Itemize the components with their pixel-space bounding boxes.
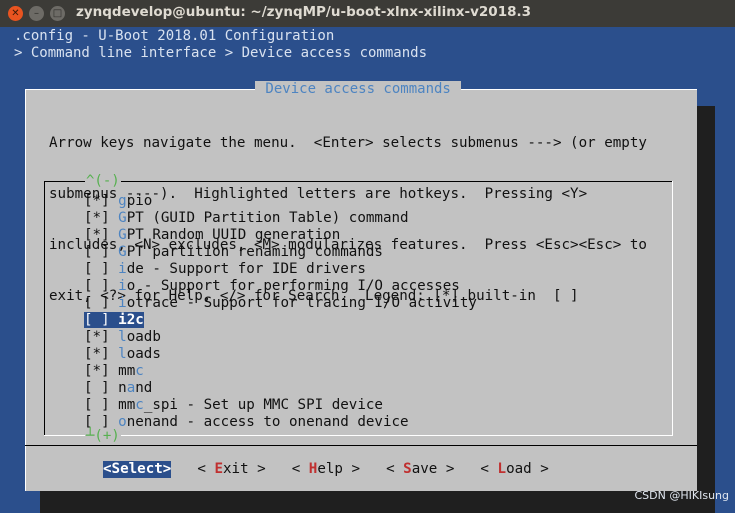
button-bar-divider [25,445,697,446]
minimize-window-button[interactable]: – [29,6,44,21]
menu-item[interactable]: [*] loadb [84,329,477,346]
checkbox-mark: [*] [84,363,110,379]
scroll-up-indicator: ^(-) [85,173,121,189]
item-label: o - Support for performing I/O accesses [126,278,460,294]
item-label: nenand - access to onenand device [126,414,409,430]
menuconfig-dialog: Device access commands Arrow keys naviga… [25,81,697,491]
menu-item[interactable]: [ ] nand [84,380,477,397]
item-label: oadb [126,329,161,345]
hotkey-letter: i [118,312,127,328]
hotkey-letter: i [118,295,127,311]
menu-items: [*] gpio [*] GPT (GUID Partition Table) c… [84,193,477,431]
checkbox-mark: [*] [84,193,110,209]
menu-item[interactable]: [*] gpio [84,193,477,210]
checkbox-mark: [ ] [84,295,110,311]
breadcrumb: > Command line interface > Device access… [14,45,428,61]
menu-list-box: ^(-) [*] gpio [*] GPT (GUID Partition Tab… [44,174,673,443]
menu-item[interactable]: [*] GPT Random UUID generation [84,227,477,244]
button-bar: <Select> < Exit > < Help > < Save > < Load > [103,461,549,478]
dialog-button[interactable]: < Save > [386,461,454,478]
item-label: PT (GUID Partition Table) command [126,210,409,226]
hotkey-letter: a [126,380,136,396]
checkbox-mark: [*] [84,329,110,345]
menu-item[interactable]: [ ] GPT partition renaming commands [84,244,477,261]
scroll-down-indicator: ┴(+) [85,428,121,444]
dialog-button[interactable]: < Load > [480,461,548,478]
checkbox-mark: [ ] [84,261,110,277]
hotkey-letter: i [118,261,127,277]
button-hotkey: L [497,461,507,477]
item-label-prefix: n [118,380,127,396]
hotkey-letter: l [118,329,127,345]
watermark: CSDN @HIKIsung [634,489,730,502]
item-label: pio [126,193,153,209]
button-hotkey: E [214,461,223,477]
dialog-button[interactable]: <Select> [103,461,172,478]
checkbox-mark: [*] [84,227,110,243]
menu-item[interactable]: [ ] onenand - access to onenand device [84,414,477,431]
item-label: PT Random UUID generation [126,227,341,243]
menu-item[interactable]: [ ] i2c [84,312,477,329]
maximize-window-button[interactable]: □ [50,6,65,21]
hotkey-letter: i [118,278,127,294]
button-hotkey: S [111,461,121,477]
window-title: zynqdevelop@ubuntu: ~/zynqMP/u-boot-xlnx… [76,4,532,20]
window-titlebar: ✕ – □ zynqdevelop@ubuntu: ~/zynqMP/u-boo… [0,0,735,27]
close-icon: ✕ [11,8,20,19]
checkbox-mark: [ ] [84,380,110,396]
terminal-area[interactable]: .config - U-Boot 2018.01 Configuration >… [0,27,735,513]
menu-item[interactable]: [ ] ide - Support for IDE drivers [84,261,477,278]
item-label: otrace - Support for tracing I/O activit… [126,295,477,311]
menu-item[interactable]: [*] mmc [84,363,477,380]
item-label: _spi - Set up MMC SPI device [143,397,383,413]
minimize-icon: – [34,8,39,19]
dialog-title: Device access commands [255,81,462,97]
item-label-prefix: mm [118,397,136,413]
item-label: 2c [126,312,144,328]
close-window-button[interactable]: ✕ [8,6,23,21]
item-label: nd [135,380,153,396]
hotkey-letter: c [135,363,144,379]
dialog-button[interactable]: < Exit > [197,461,265,478]
item-label-prefix: mm [118,363,136,379]
checkbox-mark: [ ] [84,244,110,260]
checkbox-mark: [*] [84,210,110,226]
hotkey-letter: G [118,227,127,243]
dialog-left-border [25,89,26,491]
hotkey-letter: g [118,193,127,209]
checkbox-mark: [ ] [84,278,110,294]
menu-item[interactable]: [ ] iotrace - Support for tracing I/O ac… [84,295,477,312]
checkbox-mark: [*] [84,346,110,362]
item-label: de - Support for IDE drivers [126,261,366,277]
item-label: PT partition renaming commands [126,244,383,260]
menu-item[interactable]: [ ] io - Support for performing I/O acce… [84,278,477,295]
checkbox-mark: [ ] [84,397,110,413]
button-hotkey: S [403,461,412,477]
hotkey-letter: c [135,397,144,413]
menu-item[interactable]: [*] loads [84,346,477,363]
menu-item[interactable]: [ ] mmc_spi - Set up MMC SPI device [84,397,477,414]
menu-item[interactable]: [*] GPT (GUID Partition Table) command [84,210,477,227]
hotkey-letter: G [118,210,127,226]
hotkey-letter: l [118,346,127,362]
help-line: Arrow keys navigate the menu. <Enter> se… [49,135,647,151]
item-label: oads [126,346,161,362]
maximize-icon: □ [52,8,63,19]
hotkey-letter: G [118,244,127,260]
config-title: .config - U-Boot 2018.01 Configuration [14,28,335,44]
checkbox-mark: [ ] [84,312,110,328]
dialog-button[interactable]: < Help > [292,461,360,478]
